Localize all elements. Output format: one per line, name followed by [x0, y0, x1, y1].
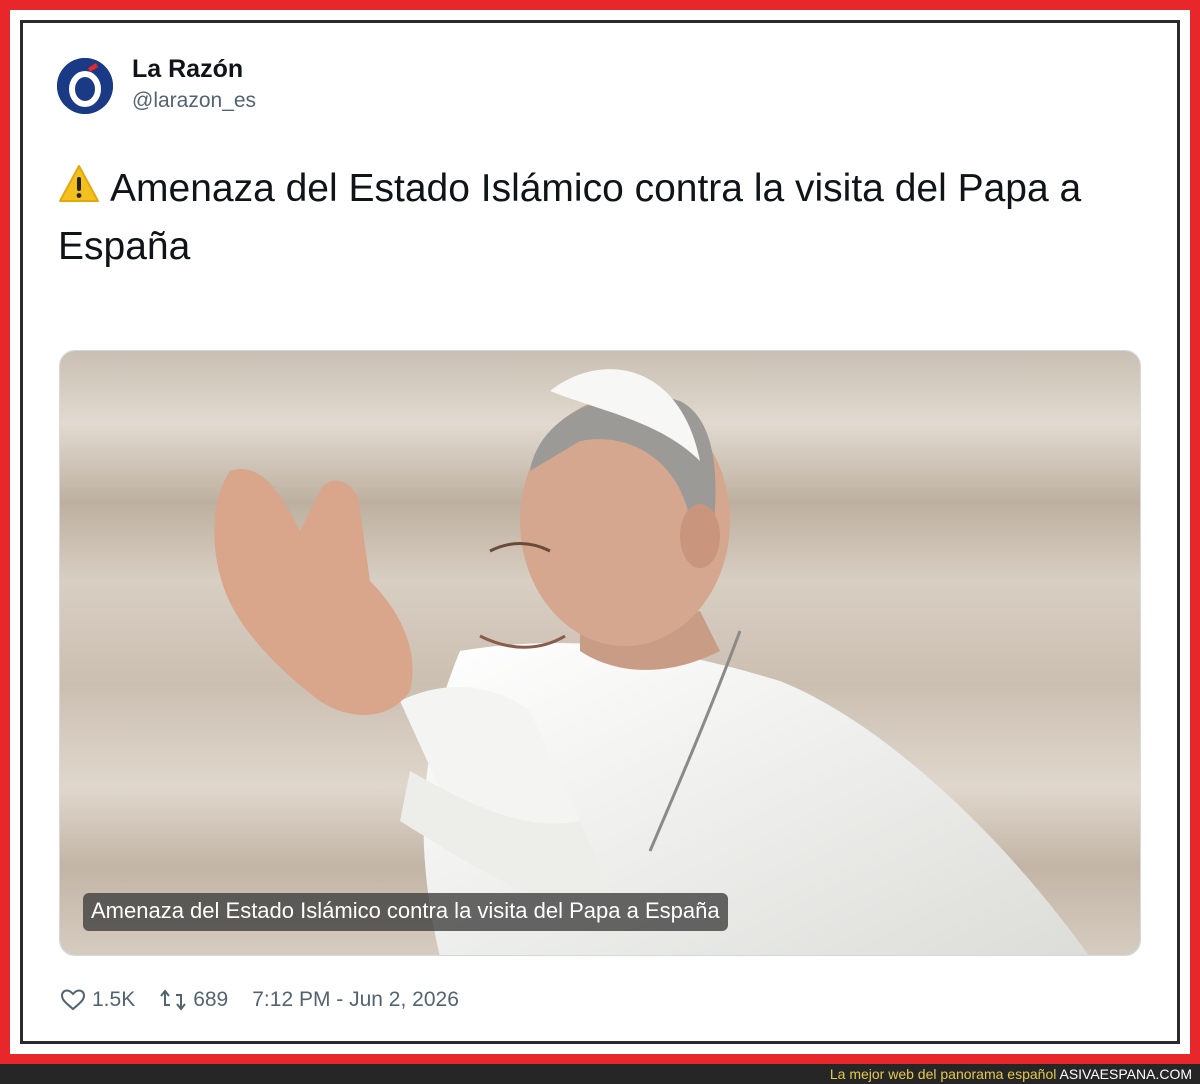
footer-brand[interactable]: ASIVAESPANA.COM	[1059, 1066, 1192, 1082]
like-count: 1.5K	[92, 988, 136, 1011]
tweet-body: Amenaza del Estado Islámico contra la vi…	[58, 167, 1082, 268]
timestamp[interactable]: 7:12 PM - Jun 2, 2026	[252, 988, 459, 1012]
footer-tagline: La mejor web del panorama español	[829, 1066, 1057, 1082]
footer-text: La mejor web del panorama español ASIVAE…	[830, 1066, 1192, 1082]
tweet-actions: 1.5K 689 7:12 PM - Jun 2, 2026	[60, 988, 459, 1012]
retweet-button[interactable]: 689	[159, 988, 228, 1012]
author-handle[interactable]: @larazon_es	[132, 89, 256, 113]
media-card[interactable]	[59, 350, 1141, 956]
warning-icon	[58, 163, 100, 203]
avatar-logo-icon	[57, 58, 113, 114]
avatar[interactable]	[57, 58, 113, 114]
media-caption: Amenaza del Estado Islámico contra la vi…	[83, 893, 728, 931]
footer-bar: La mejor web del panorama español ASIVAE…	[0, 1064, 1200, 1084]
tweet-text: Amenaza del Estado Islámico contra la vi…	[58, 160, 1148, 276]
retweet-icon	[160, 989, 186, 1011]
like-button[interactable]: 1.5K	[60, 988, 135, 1012]
photo-pope-waving	[60, 351, 1140, 955]
heart-icon	[60, 989, 86, 1011]
author-name[interactable]: La Razón	[132, 55, 243, 84]
retweet-count: 689	[193, 988, 229, 1011]
